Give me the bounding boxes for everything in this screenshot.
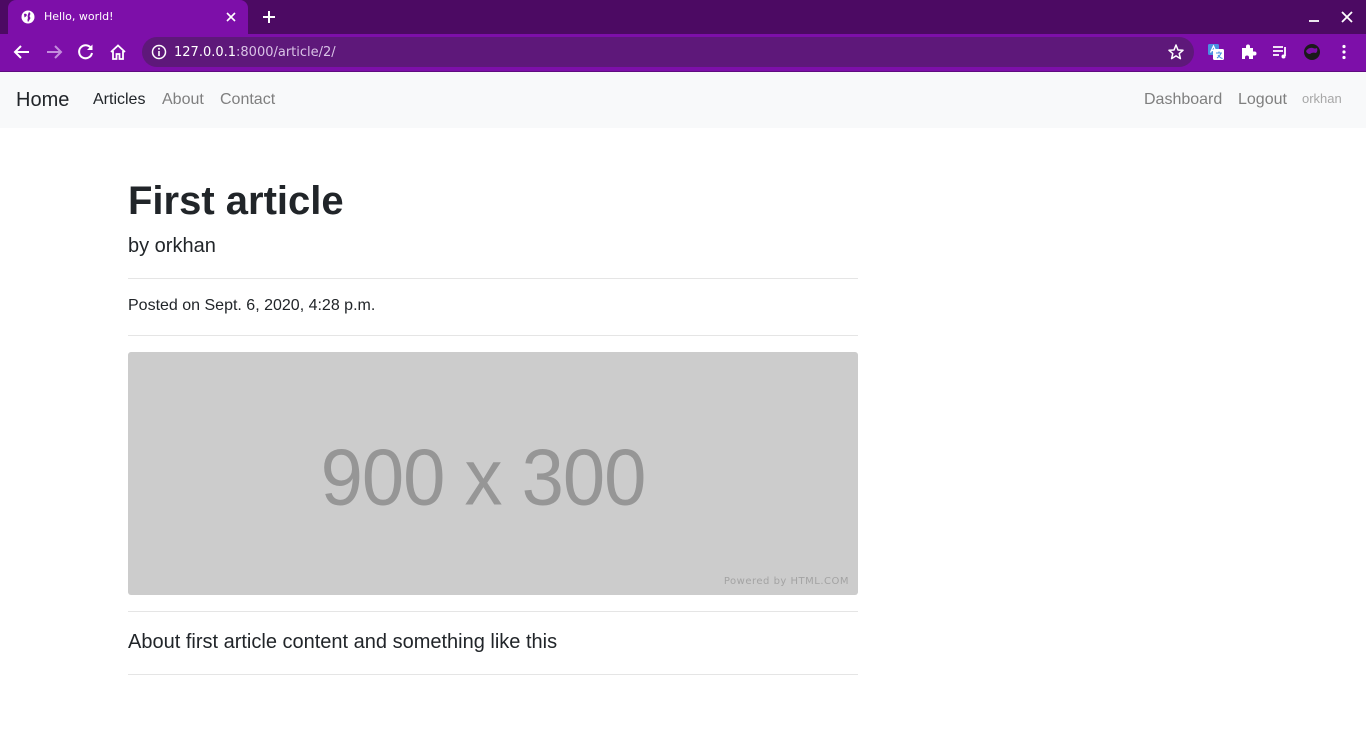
reload-icon[interactable] <box>77 43 95 61</box>
divider <box>128 611 858 612</box>
reading-list-icon[interactable] <box>1271 43 1289 61</box>
brand-home-link[interactable]: Home <box>16 89 69 112</box>
divider <box>128 674 858 675</box>
nav-articles-link[interactable]: Articles <box>93 91 145 109</box>
back-icon[interactable] <box>13 43 31 61</box>
globe-icon <box>21 10 35 24</box>
profile-icon[interactable] <box>1303 43 1321 61</box>
close-icon[interactable] <box>224 10 238 24</box>
info-icon[interactable] <box>151 44 167 60</box>
article-content: About first article content and somethin… <box>128 631 558 653</box>
address-bar[interactable]: 127.0.0.1:8000/article/2/ <box>142 37 1194 67</box>
article-title: First article <box>128 179 344 223</box>
url-text[interactable]: 127.0.0.1:8000/article/2/ <box>174 45 336 60</box>
tab-title: Hello, world! <box>44 10 114 23</box>
menu-icon[interactable] <box>1335 43 1353 61</box>
star-icon[interactable] <box>1167 43 1185 61</box>
home-icon[interactable] <box>109 43 127 61</box>
translate-icon[interactable] <box>1207 43 1225 61</box>
article-author: by orkhan <box>128 235 216 257</box>
extensions-icon[interactable] <box>1239 43 1257 61</box>
browser-tab-bar: Hello, world! <box>0 0 1366 34</box>
nav-dashboard-link[interactable]: Dashboard <box>1144 91 1222 109</box>
browser-tab[interactable]: Hello, world! <box>8 0 248 34</box>
window-close-icon[interactable] <box>1340 10 1354 24</box>
username-label: orkhan <box>1302 91 1342 106</box>
divider <box>128 335 858 336</box>
nav-logout-link[interactable]: Logout <box>1238 91 1287 109</box>
placeholder-size-label: 900 x 300 <box>320 432 647 523</box>
url-path: :8000/article/2/ <box>236 45 336 60</box>
forward-icon[interactable] <box>45 43 63 61</box>
nav-contact-link[interactable]: Contact <box>220 91 275 109</box>
site-navbar: Home Articles About Contact Dashboard Lo… <box>0 72 1366 128</box>
url-host: 127.0.0.1 <box>174 45 237 60</box>
plus-icon[interactable] <box>261 9 277 25</box>
browser-toolbar: 127.0.0.1:8000/article/2/ <box>0 34 1366 71</box>
article-image-placeholder: 900 x 300 Powered by HTML.COM <box>128 352 858 595</box>
nav-about-link[interactable]: About <box>162 91 204 109</box>
placeholder-credit: Powered by HTML.COM <box>723 576 849 587</box>
minimize-icon[interactable] <box>1307 10 1321 24</box>
posted-date: Posted on Sept. 6, 2020, 4:28 p.m. <box>128 297 376 314</box>
divider <box>128 278 858 279</box>
